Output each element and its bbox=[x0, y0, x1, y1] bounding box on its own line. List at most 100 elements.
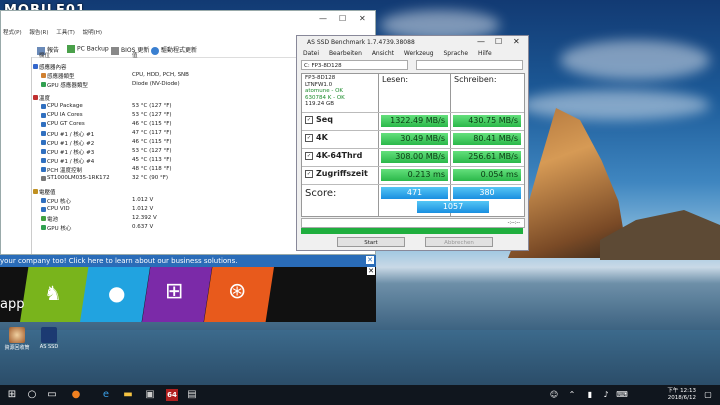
sensor-icon bbox=[41, 198, 46, 203]
column-header-value[interactable]: 值 bbox=[132, 51, 138, 59]
menu-ansicht[interactable]: Ansicht bbox=[372, 50, 394, 57]
minimize-icon[interactable]: — bbox=[477, 37, 485, 46]
menu-bearbeiten[interactable]: Bearbeiten bbox=[329, 50, 362, 57]
access-read-result: 0.213 ms bbox=[381, 169, 448, 181]
sensor-label: CPU #1 / 核心 #2 bbox=[47, 141, 95, 147]
recycle-bin-icon bbox=[9, 327, 25, 343]
sensor-icon bbox=[41, 131, 46, 136]
ad-banner[interactable]: your company too! Click here to learn ab… bbox=[0, 255, 376, 267]
score-total: 1057 bbox=[417, 201, 489, 213]
clock[interactable]: 下午 12:13 2018/6/12 bbox=[650, 388, 696, 402]
test-select[interactable] bbox=[416, 60, 523, 70]
drive-select[interactable]: C: FP3-8D128 bbox=[301, 60, 408, 70]
desktop-icon-recycle-bin[interactable]: 資源回收筒 bbox=[4, 327, 30, 351]
app-text: app bbox=[0, 297, 25, 312]
sensor-value: 32 °C (90 °F) bbox=[132, 175, 169, 181]
menu-hilfe[interactable]: Hilfe bbox=[478, 50, 492, 57]
task-view-icon[interactable]: ▭ bbox=[46, 389, 58, 401]
minimize-icon[interactable]: — bbox=[319, 14, 327, 23]
4k-read-result: 30.49 MB/s bbox=[381, 133, 448, 145]
as-ssd-window[interactable]: AS SSD Benchmark 1.7.4739.38088 — ☐ ✕ Da… bbox=[296, 35, 529, 251]
sensor-value: 12.392 V bbox=[132, 215, 157, 221]
close-icon[interactable]: ✕ bbox=[367, 267, 375, 275]
menu-tools[interactable]: 工具(T) bbox=[56, 30, 75, 36]
menu-program[interactable]: 程式(P) bbox=[3, 30, 22, 36]
sensor-value: 46 °C (115 °F) bbox=[132, 139, 172, 145]
sensor-value: 53 °C (127 °F) bbox=[132, 112, 172, 118]
menu-datei[interactable]: Datei bbox=[303, 50, 319, 57]
sensor-value: 53 °C (127 °F) bbox=[132, 103, 172, 109]
4k64-write-result: 256.61 MB/s bbox=[453, 151, 521, 163]
windows-start-icon[interactable]: ⊞ bbox=[6, 389, 18, 401]
sensor-value: 1.012 V bbox=[132, 197, 154, 203]
test-seq-name: Seq bbox=[316, 115, 333, 124]
android-icon: ♞ bbox=[44, 281, 62, 305]
checkbox-icon[interactable]: ✓ bbox=[305, 169, 313, 178]
test-access-label[interactable]: ✓ Zugriffszeit bbox=[305, 169, 368, 178]
seq-write-result: 430.75 MB/s bbox=[453, 115, 521, 127]
checkbox-icon[interactable]: ✓ bbox=[305, 151, 313, 160]
progress-bar: -:--:-- bbox=[301, 218, 525, 228]
as-ssd-taskbar-icon[interactable]: ▤ bbox=[186, 389, 198, 401]
taskbar: ⊞ ○ ▭ ● e ▬ ▣ 64 ▤ ☺ ⌃ ▮ ♪ ⌨ 下午 12:13 20… bbox=[0, 385, 720, 405]
sensor-icon bbox=[41, 104, 46, 109]
close-icon[interactable]: ✕ bbox=[366, 256, 374, 264]
sensor-icon bbox=[33, 95, 38, 100]
sensor-icon bbox=[41, 216, 46, 221]
notification-icon[interactable]: ▢ bbox=[702, 389, 714, 401]
checkbox-icon[interactable]: ✓ bbox=[305, 133, 313, 142]
sensor-value: Diode (NV-Diode) bbox=[132, 81, 180, 87]
sensor-label: GPU 感應器類型 bbox=[47, 83, 88, 89]
sensor-icon bbox=[41, 122, 46, 127]
sensor-icon bbox=[41, 158, 46, 163]
search-icon[interactable]: ○ bbox=[26, 389, 38, 401]
score-write: 380 bbox=[453, 187, 521, 199]
file-explorer-icon[interactable]: ▬ bbox=[122, 389, 134, 401]
edge-icon[interactable]: e bbox=[100, 389, 112, 401]
maximize-icon[interactable]: ☐ bbox=[339, 14, 346, 23]
start-button[interactable]: Start bbox=[337, 237, 405, 247]
hwinfo-icon[interactable]: 64 bbox=[166, 389, 178, 401]
close-icon[interactable]: ✕ bbox=[513, 37, 520, 46]
checkbox-icon[interactable]: ✓ bbox=[305, 115, 313, 124]
test-4k64-name: 4K-64Thrd bbox=[316, 151, 363, 160]
column-divider bbox=[378, 74, 379, 216]
maximize-icon[interactable]: ☐ bbox=[495, 37, 502, 46]
ad-banner-text[interactable]: your company too! Click here to learn ab… bbox=[0, 257, 237, 265]
menu-werkzeug[interactable]: Werkzeug bbox=[404, 50, 434, 57]
people-icon[interactable]: ☺ bbox=[548, 389, 560, 401]
as-ssd-icon bbox=[41, 327, 57, 343]
sensor-value: 45 °C (113 °F) bbox=[132, 157, 172, 163]
desktop: MOBILE01 — ☐ ✕ 程式(P) 報告(R) 工具(T) 說明(H) 報… bbox=[0, 0, 720, 405]
abort-button[interactable]: Abbrechen bbox=[425, 237, 493, 247]
network-icon[interactable]: ▮ bbox=[584, 389, 596, 401]
store-icon[interactable]: ▣ bbox=[144, 389, 156, 401]
hwinfo-titlebar[interactable]: — ☐ ✕ bbox=[1, 11, 375, 27]
as-ssd-title: AS SSD Benchmark 1.7.4739.38088 bbox=[307, 39, 415, 46]
test-4k-name: 4K bbox=[316, 133, 328, 142]
firefox-icon[interactable]: ● bbox=[70, 389, 82, 401]
hwinfo-tree-pane[interactable] bbox=[1, 57, 32, 254]
cloud bbox=[560, 40, 710, 80]
clock-time: 下午 12:13 bbox=[667, 388, 696, 394]
menu-help[interactable]: 說明(H) bbox=[83, 30, 102, 36]
ad-platform-strip[interactable]: app ♞ ● ⊞ ⊛ bbox=[0, 267, 376, 322]
menu-report[interactable]: 報告(R) bbox=[29, 30, 48, 36]
menu-sprache[interactable]: Sprache bbox=[444, 50, 469, 57]
test-4k64-label[interactable]: ✓ 4K-64Thrd bbox=[305, 151, 362, 160]
sensor-value: 48 °C (118 °F) bbox=[132, 166, 172, 172]
chevron-up-icon[interactable]: ⌃ bbox=[566, 389, 578, 401]
test-4k-label[interactable]: ✓ 4K bbox=[305, 133, 328, 142]
column-header-name[interactable]: 欄位 bbox=[39, 51, 50, 59]
drive-info: FP3-8D128 LTNFW1.0 atomune - OK 630784 K… bbox=[305, 75, 345, 108]
keyboard-icon[interactable]: ⌨ bbox=[616, 389, 628, 401]
score-read: 471 bbox=[381, 187, 448, 199]
desktop-icon-as-ssd[interactable]: AS SSD bbox=[36, 327, 62, 350]
seq-read-result: 1322.49 MB/s bbox=[381, 115, 448, 127]
close-icon[interactable]: ✕ bbox=[359, 14, 366, 23]
volume-icon[interactable]: ♪ bbox=[600, 389, 612, 401]
sensor-label: GPU 核心 bbox=[47, 226, 72, 232]
sensor-label: CPU IA Cores bbox=[47, 112, 83, 118]
sensor-value: 46 °C (115 °F) bbox=[132, 121, 172, 127]
test-seq-label[interactable]: ✓ Seq bbox=[305, 115, 333, 124]
